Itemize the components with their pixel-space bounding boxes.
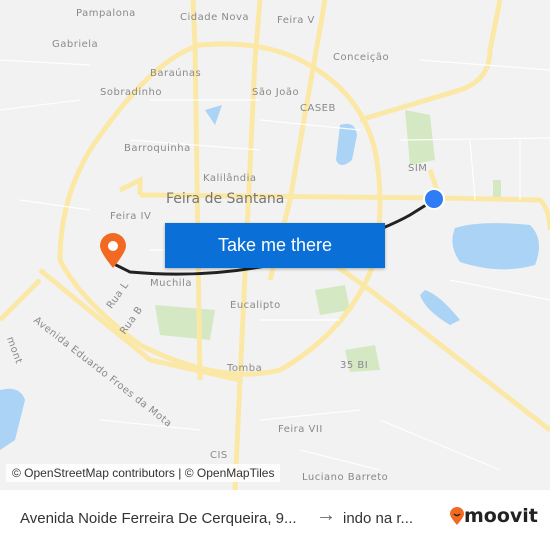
map-label: Barroquinha	[124, 143, 191, 154]
brand-name: moovit	[464, 505, 538, 527]
map-label: Tomba	[227, 363, 263, 374]
map-label: Eucalipto	[230, 300, 281, 311]
map-label: SIM	[408, 163, 428, 174]
map-label: Baraúnas	[150, 68, 202, 79]
map-label: Gabriela	[52, 39, 99, 50]
origin-text: Avenida Noide Ferreira De Cerqueira, 9..…	[20, 510, 297, 527]
map-label: Feira VII	[278, 424, 323, 435]
map-attribution[interactable]: © OpenStreetMap contributors | © OpenMap…	[6, 464, 281, 482]
map-label: 35 BI	[340, 360, 369, 371]
map-label: Luciano Barreto	[302, 472, 389, 483]
map-label: Feira V	[277, 15, 315, 26]
moovit-pin-icon	[450, 507, 464, 525]
map-label: Muchila	[150, 278, 192, 289]
map-label: CIS	[210, 450, 228, 461]
map-label: Pampalona	[76, 8, 136, 19]
destination-marker[interactable]	[100, 233, 126, 268]
map-label: Conceição	[333, 52, 390, 63]
map-label: Feira IV	[110, 211, 152, 222]
map-label: São João	[252, 87, 300, 98]
city-label: Feira de Santana	[166, 191, 285, 207]
map-label: Cidade Nova	[180, 12, 250, 23]
map-label: CASEB	[300, 103, 336, 114]
moovit-logo: moovit	[450, 505, 538, 527]
take-me-there-button[interactable]: Take me there	[165, 223, 385, 268]
footer: Avenida Noide Ferreira De Cerqueira, 9..…	[0, 490, 550, 550]
map-label: Kalilândia	[203, 173, 257, 184]
map-label: Sobradinho	[100, 87, 162, 98]
map[interactable]: Pampalona Cidade Nova Feira V Gabriela C…	[0, 0, 550, 490]
arrow-right-icon: →	[316, 504, 336, 526]
origin-marker[interactable]	[423, 188, 445, 210]
destination-text: indo na r...	[343, 510, 414, 527]
